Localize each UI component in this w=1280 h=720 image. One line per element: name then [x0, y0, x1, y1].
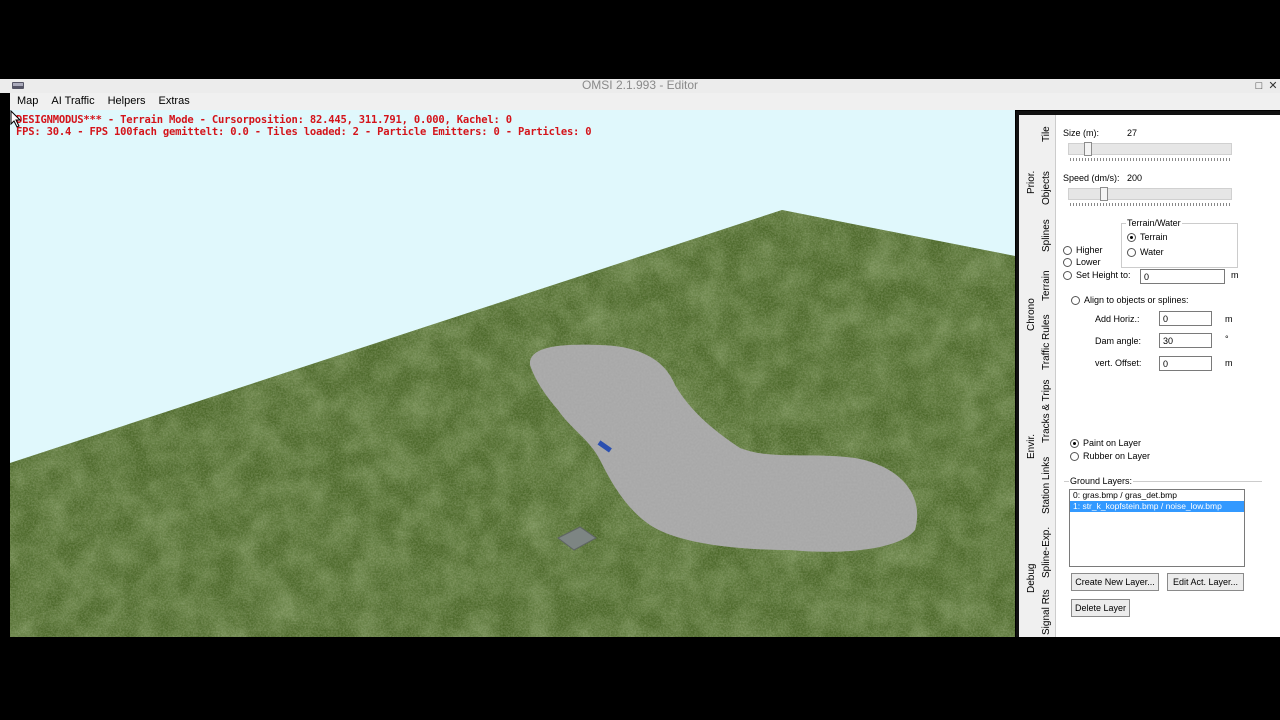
speed-slider[interactable]: [1068, 187, 1232, 201]
ground-layer-item-selected[interactable]: 1: str_k_kopfstein.bmp / noise_low.bmp: [1070, 501, 1244, 512]
create-new-layer-button[interactable]: Create New Layer...: [1071, 573, 1159, 591]
edit-act-layer-button[interactable]: Edit Act. Layer...: [1167, 573, 1244, 591]
terrain-radio-label: Terrain: [1140, 232, 1168, 242]
speed-slider-thumb[interactable]: [1100, 187, 1108, 201]
vertical-tab-strip: Tile Prior. Objects Splines Terrain Chro…: [1019, 115, 1055, 637]
tab-spline-exp[interactable]: Spline-Exp.: [1041, 527, 1052, 578]
terrain-water-title: Terrain/Water: [1126, 218, 1182, 228]
tab-traffic-rules[interactable]: Traffic Rules: [1041, 314, 1052, 370]
vert-offset-unit: m: [1225, 358, 1233, 368]
tab-terrain[interactable]: Terrain: [1041, 270, 1052, 301]
size-label: Size (m):: [1063, 128, 1099, 138]
maximize-icon[interactable]: □: [1252, 79, 1266, 93]
window-controls: □ ✕: [1252, 79, 1280, 93]
close-icon[interactable]: ✕: [1266, 79, 1280, 93]
lower-radio[interactable]: [1063, 258, 1072, 267]
size-slider-ticks: [1070, 158, 1230, 161]
add-horiz-unit: m: [1225, 314, 1233, 324]
ground-layers-list[interactable]: 0: gras.bmp / gras_det.bmp 1: str_k_kopf…: [1069, 489, 1245, 567]
size-slider-thumb[interactable]: [1084, 142, 1092, 156]
window-title: OMSI 2.1.993 - Editor: [581, 78, 699, 92]
align-label: Align to objects or splines:: [1084, 295, 1189, 305]
hud-fps-line: FPS: 30.4 - FPS 100fach gemittelt: 0.0 -…: [16, 126, 592, 138]
speed-slider-ticks: [1070, 203, 1230, 206]
terrain-water-group: [1121, 223, 1238, 268]
mouse-cursor-icon: [10, 110, 22, 128]
window-titlebar: OMSI 2.1.993 - Editor: [0, 78, 1280, 93]
tab-envir[interactable]: Envir.: [1026, 434, 1037, 459]
3d-viewport[interactable]: DESIGNMODUS*** - Terrain Mode - Cursorpo…: [10, 110, 1015, 637]
vert-offset-label: vert. Offset:: [1095, 358, 1142, 368]
tab-splines[interactable]: Splines: [1041, 219, 1052, 252]
terrain-scene: [10, 210, 1015, 637]
lower-label: Lower: [1076, 257, 1101, 267]
dam-angle-input[interactable]: 30: [1159, 333, 1212, 348]
dam-angle-label: Dam angle:: [1095, 336, 1142, 346]
higher-label: Higher: [1076, 245, 1103, 255]
rubber-on-layer-radio[interactable]: [1070, 452, 1079, 461]
set-height-radio[interactable]: [1063, 271, 1072, 280]
add-horiz-input[interactable]: 0: [1159, 311, 1212, 326]
size-slider[interactable]: [1068, 142, 1232, 156]
rubber-on-layer-label: Rubber on Layer: [1083, 451, 1151, 461]
tab-signal-rts[interactable]: Signal Rts: [1041, 589, 1052, 635]
speed-label: Speed (dm/s):: [1063, 173, 1120, 183]
dam-angle-unit: °: [1225, 334, 1229, 344]
app-icon: [12, 82, 24, 89]
add-horiz-label: Add Horiz.:: [1095, 314, 1140, 324]
menu-bar: Map AI Traffic Helpers Extras: [10, 93, 1280, 110]
menu-map[interactable]: Map: [10, 93, 44, 110]
terrain-tab-content: Size (m): 27 Speed (dm/s): 200 Terrain/W…: [1055, 115, 1280, 637]
paint-on-layer-radio[interactable]: [1070, 439, 1079, 448]
tab-debug[interactable]: Debug: [1026, 564, 1037, 593]
hud-status-line: DESIGNMODUS*** - Terrain Mode - Cursorpo…: [16, 114, 512, 126]
tab-station-links[interactable]: Station Links: [1041, 457, 1052, 514]
set-height-label: Set Height to:: [1076, 270, 1131, 280]
tool-panel: Tile Prior. Objects Splines Terrain Chro…: [1016, 111, 1280, 637]
ground-layer-item[interactable]: 0: gras.bmp / gras_det.bmp: [1070, 490, 1244, 501]
set-height-input[interactable]: 0: [1140, 269, 1225, 284]
water-radio-label: Water: [1140, 247, 1164, 257]
set-height-unit: m: [1231, 270, 1239, 280]
speed-value: 200: [1127, 173, 1143, 183]
water-radio[interactable]: [1127, 248, 1136, 257]
tab-prior[interactable]: Prior.: [1026, 171, 1037, 194]
size-value: 27: [1127, 128, 1138, 138]
menu-helpers[interactable]: Helpers: [101, 93, 152, 110]
menu-extras[interactable]: Extras: [152, 93, 196, 110]
tab-objects[interactable]: Objects: [1041, 171, 1052, 205]
ground-layers-label: Ground Layers:: [1069, 476, 1134, 486]
align-radio[interactable]: [1071, 296, 1080, 305]
terrain-radio[interactable]: [1127, 233, 1136, 242]
vert-offset-input[interactable]: 0: [1159, 356, 1212, 371]
tab-tile[interactable]: Tile: [1041, 126, 1052, 142]
tab-tracks-trips[interactable]: Tracks & Trips: [1041, 379, 1052, 443]
menu-ai-traffic[interactable]: AI Traffic: [44, 93, 100, 110]
higher-radio[interactable]: [1063, 246, 1072, 255]
paint-on-layer-label: Paint on Layer: [1083, 438, 1142, 448]
delete-layer-button[interactable]: Delete Layer: [1071, 599, 1130, 617]
tab-chrono[interactable]: Chrono: [1026, 298, 1037, 331]
